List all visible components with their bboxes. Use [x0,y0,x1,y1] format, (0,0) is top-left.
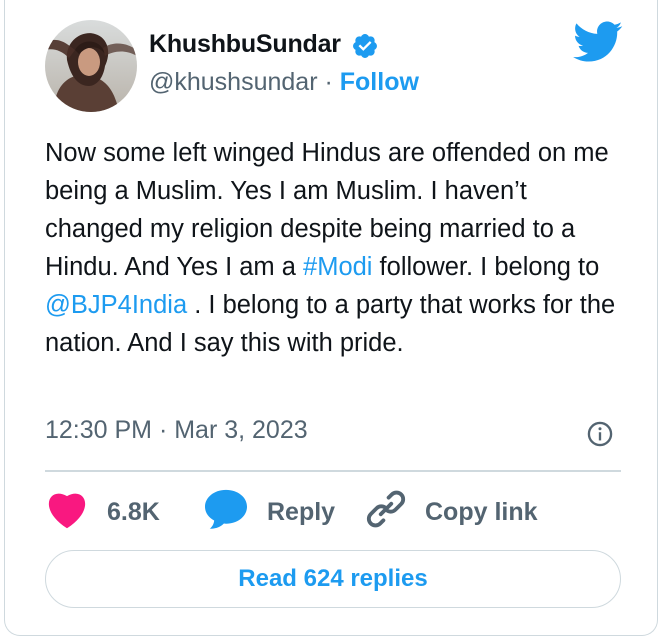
author-display-name[interactable]: KhushbuSundar [149,30,341,59]
handle-separator: · [324,68,333,96]
twitter-bird-icon[interactable] [573,20,623,67]
verified-badge-icon [351,32,379,65]
divider [45,470,621,472]
info-icon[interactable] [586,420,614,453]
mention-link[interactable]: @BJP4India [45,291,187,319]
avatar[interactable] [45,20,137,112]
author-handle[interactable]: @khushsundar [149,68,318,96]
like-button[interactable]: 6.8K [45,490,160,534]
reply-button[interactable]: Reply [203,488,336,537]
hashtag-link[interactable]: #Modi [303,253,372,281]
tweet-timestamp[interactable]: 12:30 PM · Mar 3, 2023 [45,416,308,445]
likes-count: 6.8K [107,497,160,526]
copy-link-label: Copy link [425,497,538,526]
reply-label: Reply [267,497,336,526]
tweet-text-part-2: follower. I belong to [372,253,600,281]
tweet-card: KhushbuSundar @khushsundar · Follow Now … [4,0,658,636]
reply-bubble-icon [203,488,249,537]
follow-link[interactable]: Follow [340,68,419,96]
author-handle-row: @khushsundar · Follow [149,68,419,97]
heart-icon [45,489,89,536]
tweet-body: Now some left winged Hindus are offended… [45,134,625,362]
read-replies-button[interactable]: Read 624 replies [45,550,621,608]
copy-link-button[interactable]: Copy link [365,490,538,534]
link-icon [365,488,407,537]
